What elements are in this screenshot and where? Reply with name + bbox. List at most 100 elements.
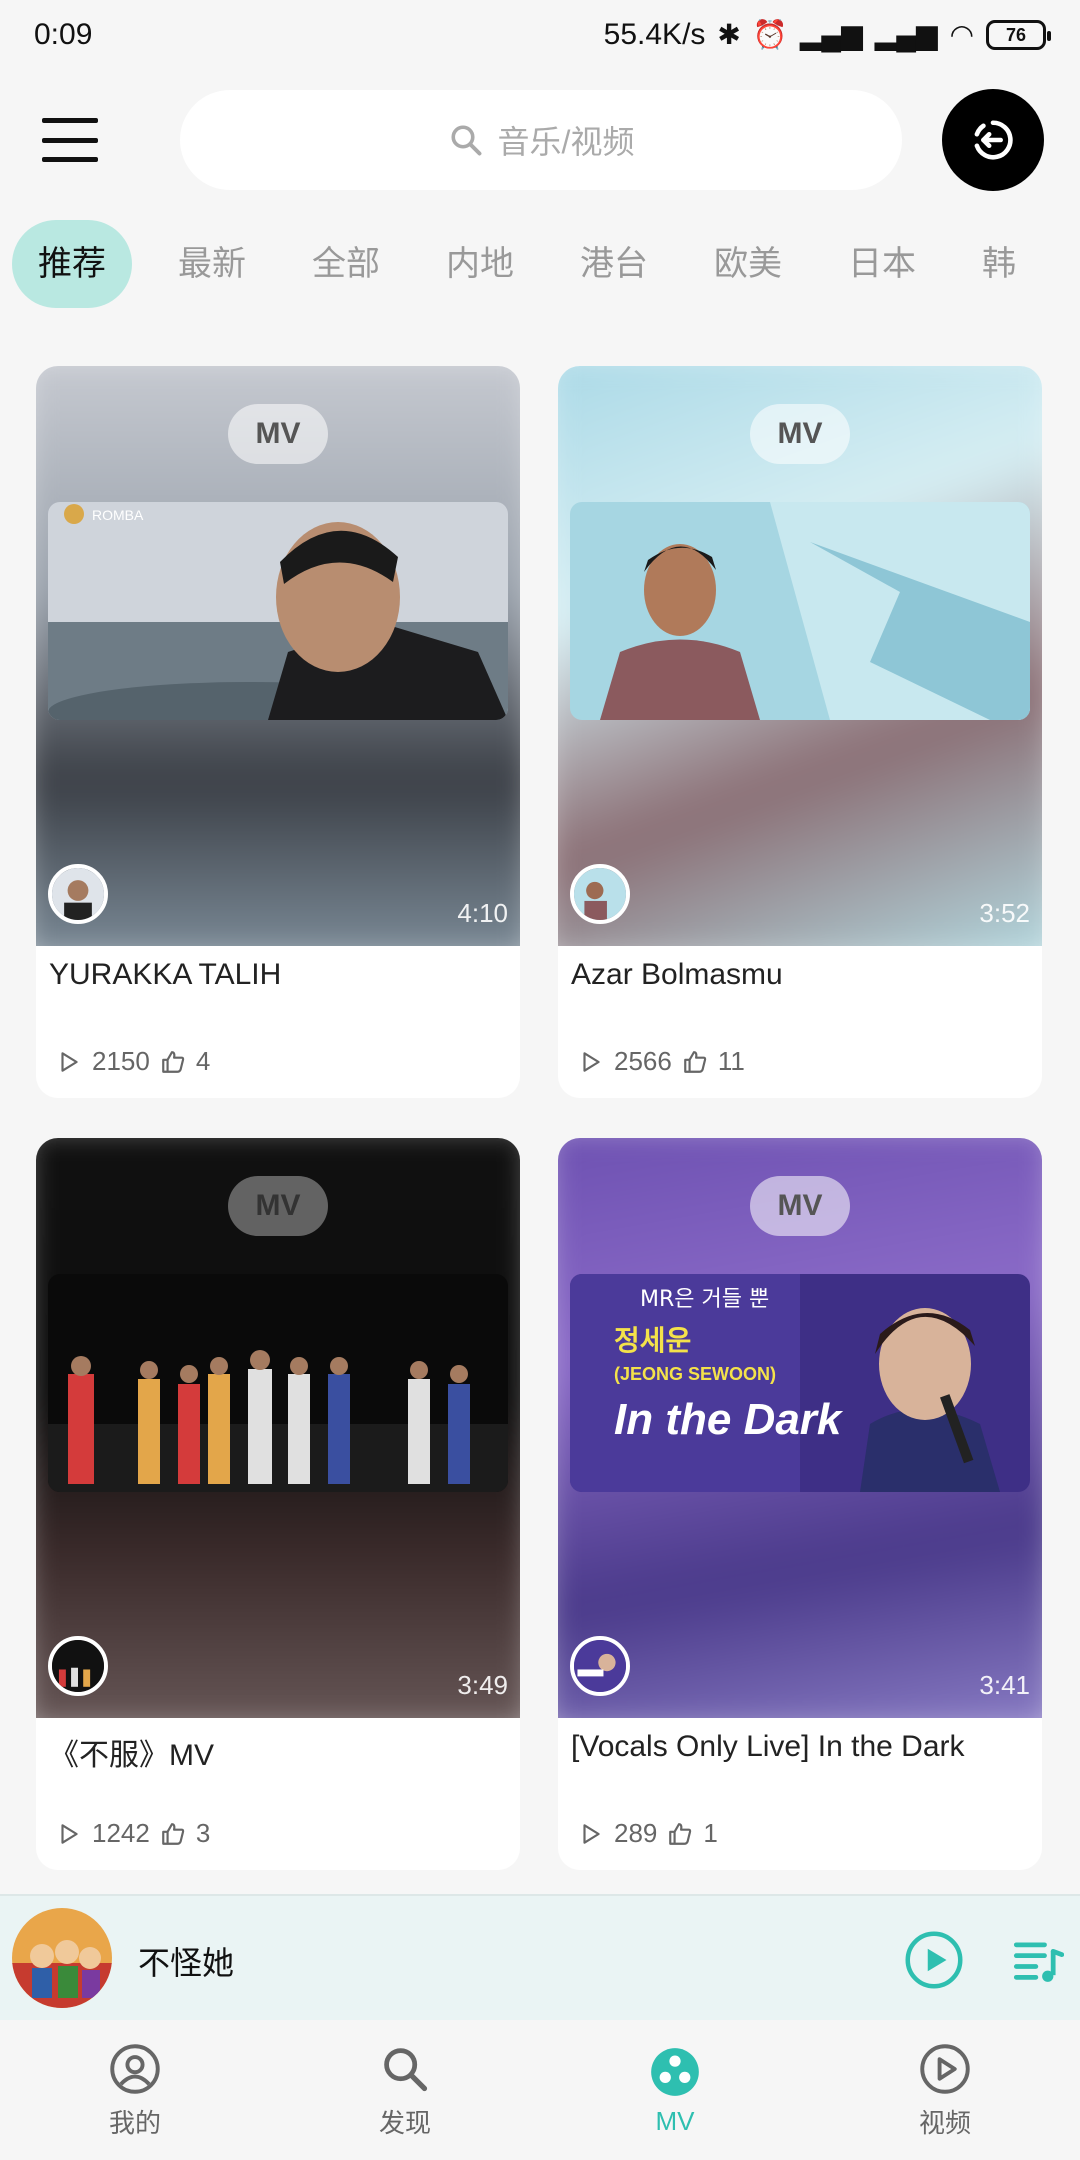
menu-icon-line: [42, 118, 98, 123]
mv-card[interactable]: MV 3:52 Azar Bolmasmu 2566 11: [558, 366, 1042, 1098]
thumb-korean-top: MR은 거들 뿐: [640, 1287, 769, 1312]
tab-korea[interactable]: 韩: [962, 220, 1036, 308]
play-count: 2150: [92, 1046, 150, 1076]
play-count: 289: [614, 1818, 658, 1848]
menu-icon-line: [42, 157, 98, 162]
like-count: 11: [717, 1046, 745, 1076]
thumb-logo: ROMBA: [92, 507, 144, 523]
tab-japan[interactable]: 日本: [828, 220, 936, 308]
mv-stats: 2150 4: [56, 1046, 210, 1077]
status-time: 0:09: [34, 18, 93, 51]
nav-label: 视频: [918, 2107, 971, 2138]
mv-grid: MV ROMBA 4:10 YURAKKA TALIH 2150 4 MV 3:…: [36, 366, 1044, 1870]
logout-icon: [974, 120, 1013, 160]
mini-player-cover[interactable]: [12, 1908, 112, 2008]
like-count: 3: [195, 1818, 211, 1848]
tab-hk-tw[interactable]: 港台: [560, 220, 668, 308]
profile-icon: [110, 2043, 160, 2094]
wifi-icon: ◠: [949, 19, 974, 50]
mv-stats: 289 1: [578, 1818, 718, 1849]
bluetooth-icon: ✱: [717, 19, 741, 50]
nav-item-discover[interactable]: 发现: [270, 2022, 540, 2160]
thumb-english-name: (JEONG SEWOON): [614, 1364, 776, 1384]
mv-icon: [651, 2047, 699, 2096]
mv-card[interactable]: MV 3:49 《不服》MV 1242 3: [36, 1138, 520, 1870]
network-speed: 55.4K/s: [603, 18, 706, 51]
thumb-song: In the Dark: [614, 1395, 844, 1444]
mv-card[interactable]: MV MR은 거들 뿐 정세운 (JEONG SEWOON) In the Da…: [558, 1138, 1042, 1870]
tab-mainland[interactable]: 内地: [426, 220, 534, 308]
play-count-icon: [583, 1051, 600, 1072]
mv-title: YURAKKA TALIH: [49, 958, 282, 991]
mv-stats: 2566 11: [578, 1046, 745, 1077]
like-icon: [684, 1050, 707, 1073]
mv-badge: MV: [228, 1176, 328, 1236]
nav-item-mine[interactable]: 我的: [0, 2022, 270, 2160]
nav-item-video[interactable]: 视频: [810, 2022, 1080, 2160]
mv-stats: 1242 3: [56, 1818, 210, 1849]
mv-badge: MV: [750, 1176, 850, 1236]
tab-western[interactable]: 欧美: [694, 220, 802, 308]
mv-thumbnail: [570, 502, 1030, 720]
uploader-avatar: [48, 1636, 108, 1696]
like-icon: [162, 1822, 185, 1845]
search-placeholder: 音乐/视频: [497, 124, 635, 160]
category-tabs: 推荐 最新 全部 内地 港台 欧美 日本 韩: [12, 218, 1080, 310]
mv-cover: MV 3:49: [36, 1138, 520, 1718]
tab-all[interactable]: 全部: [292, 220, 400, 308]
like-icon: [162, 1050, 185, 1073]
duration-label: 3:41: [979, 1670, 1030, 1700]
uploader-avatar: [570, 1636, 630, 1696]
uploader-avatar: [48, 864, 108, 924]
search-icon: [450, 125, 481, 156]
mv-badge: MV: [750, 404, 850, 464]
play-count-icon: [61, 1051, 78, 1072]
like-icon: [669, 1822, 692, 1845]
duration-label: 4:10: [457, 898, 508, 928]
status-icons: 55.4K/s ✱ ⏰ ▂▄▆ ▂▄▆ ◠ 76: [603, 18, 1051, 52]
mini-player[interactable]: 不怪她: [0, 1894, 1080, 2020]
signal-icon-1: ▂▄▆: [799, 19, 863, 50]
mv-thumbnail: [48, 1274, 508, 1492]
mv-cover: MV ROMBA 4:10: [36, 366, 520, 946]
logout-button[interactable]: [942, 89, 1044, 191]
status-bar: 0:09 55.4K/s ✱ ⏰ ▂▄▆ ▂▄▆ ◠ 76: [0, 0, 1080, 70]
search-input[interactable]: 音乐/视频: [180, 90, 902, 190]
mini-player-title: 不怪她: [138, 1945, 235, 1981]
play-count-icon: [61, 1823, 78, 1844]
nav-label: 我的: [108, 2107, 161, 2138]
video-play-icon: [920, 2043, 970, 2094]
mv-badge: MV: [228, 404, 328, 464]
play-count: 1242: [92, 1818, 150, 1848]
mv-card[interactable]: MV ROMBA 4:10 YURAKKA TALIH 2150 4: [36, 366, 520, 1098]
mv-title: [Vocals Only Live] In the Dark: [571, 1730, 965, 1763]
menu-icon-line: [42, 137, 98, 143]
mv-cover: MV 3:52: [558, 366, 1042, 946]
playlist-icon[interactable]: [1012, 1934, 1064, 1986]
nav-label: MV: [655, 2105, 695, 2136]
like-count: 1: [703, 1818, 718, 1848]
like-count: 4: [195, 1046, 211, 1076]
bottom-nav: 我的 发现 MV 视频: [0, 2022, 1080, 2160]
play-button[interactable]: [904, 1930, 964, 1990]
uploader-avatar: [570, 864, 630, 924]
alarm-icon: ⏰: [752, 19, 788, 50]
mv-title: 《不服》MV: [49, 1739, 214, 1772]
mv-cover: MV MR은 거들 뿐 정세운 (JEONG SEWOON) In the Da…: [558, 1138, 1042, 1718]
menu-button[interactable]: [42, 118, 98, 162]
mv-thumbnail: ROMBA: [48, 502, 508, 720]
tab-latest[interactable]: 最新: [158, 220, 266, 308]
search-icon: [384, 2047, 428, 2091]
duration-label: 3:52: [979, 898, 1030, 928]
duration-label: 3:49: [457, 1670, 508, 1700]
nav-label: 发现: [378, 2107, 431, 2138]
signal-icon-2: ▂▄▆: [874, 19, 938, 50]
tab-recommend[interactable]: 推荐: [12, 220, 132, 308]
mv-thumbnail: MR은 거들 뿐 정세운 (JEONG SEWOON) In the Dark: [570, 1274, 1030, 1492]
thumb-korean-name: 정세운: [614, 1324, 691, 1357]
header: 音乐/视频: [0, 84, 1080, 196]
play-count: 2566: [614, 1046, 672, 1076]
play-count-icon: [583, 1823, 600, 1844]
nav-item-mv[interactable]: MV: [540, 2022, 810, 2160]
battery-indicator: 76: [986, 20, 1051, 50]
